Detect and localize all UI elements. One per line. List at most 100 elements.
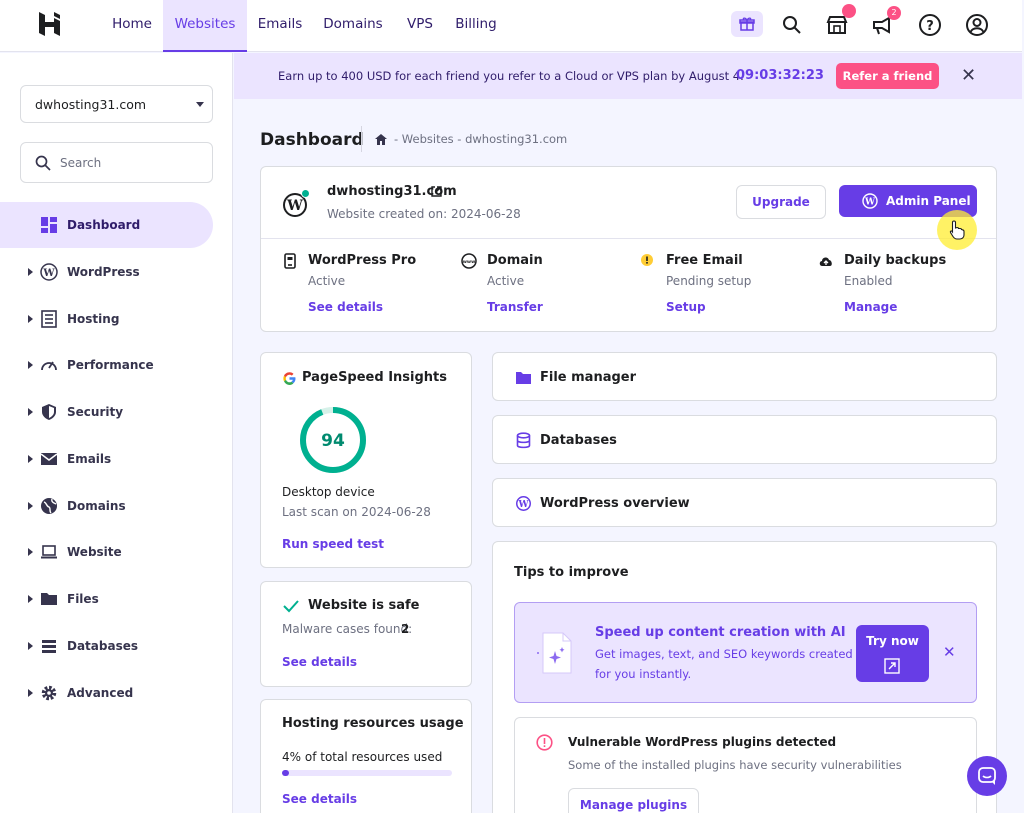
- notification-badge: 2: [887, 6, 901, 20]
- feature-title: Domain: [487, 253, 543, 268]
- sidebar-search-input[interactable]: Search: [20, 142, 213, 183]
- search-icon[interactable]: [779, 12, 805, 38]
- ai-document-icon: [537, 632, 572, 674]
- store-icon[interactable]: [824, 4, 856, 38]
- site-selector[interactable]: dwhosting31.com: [20, 85, 213, 123]
- breadcrumb-path[interactable]: - Websites - dwhosting31.com: [394, 132, 567, 146]
- tool-label: Databases: [540, 433, 617, 448]
- vuln-tip-desc: Some of the installed plugins have secur…: [568, 758, 902, 772]
- nav-websites[interactable]: Websites: [163, 0, 247, 52]
- tips-card: Tips to improve Speed up content creatio…: [492, 541, 997, 813]
- chat-button[interactable]: [967, 756, 1007, 796]
- nav-emails[interactable]: Emails: [252, 0, 308, 52]
- file-manager-card[interactable]: File manager: [492, 352, 997, 401]
- sidebar-item-performance[interactable]: Performance: [0, 342, 233, 388]
- pagespeed-title: PageSpeed Insights: [302, 370, 448, 385]
- ai-tip-banner: Speed up content creation with AI Get im…: [514, 602, 977, 703]
- dashboard-icon: [41, 217, 57, 233]
- manage-plugins-button[interactable]: Manage plugins: [568, 788, 699, 813]
- feature-status: Enabled: [844, 274, 893, 288]
- close-icon[interactable]: ✕: [961, 65, 976, 86]
- feature-link[interactable]: See details: [308, 300, 383, 314]
- resources-see-details-link[interactable]: See details: [282, 792, 357, 806]
- close-icon[interactable]: ✕: [943, 643, 956, 661]
- nav-billing[interactable]: Billing: [450, 0, 502, 52]
- feature-link[interactable]: Manage: [844, 300, 897, 314]
- try-now-label: Try now: [866, 634, 919, 648]
- account-icon[interactable]: [964, 12, 990, 38]
- folder-icon: [516, 372, 531, 384]
- nav-domains[interactable]: Domains: [318, 0, 388, 52]
- svg-text:www: www: [463, 260, 475, 265]
- hosting-icon: [41, 310, 57, 328]
- sidebar-item-databases[interactable]: Databases: [0, 623, 233, 669]
- feature-title: Free Email: [666, 253, 743, 268]
- security-see-details-link[interactable]: See details: [282, 655, 357, 669]
- google-icon: [283, 372, 296, 385]
- svg-text:?: ?: [926, 19, 934, 34]
- ai-tip-desc-line1: Get images, text, and SEO keywords creat…: [595, 647, 853, 661]
- sidebar-item-domains[interactable]: Domains: [0, 483, 233, 529]
- sidebar-item-hosting[interactable]: Hosting: [0, 296, 233, 342]
- sidebar-item-label: Emails: [67, 452, 112, 466]
- performance-icon: [41, 361, 57, 371]
- megaphone-icon[interactable]: 2: [869, 6, 901, 38]
- sidebar-item-dashboard[interactable]: Dashboard: [0, 202, 213, 248]
- referral-banner: Earn up to 400 USD for each friend you r…: [234, 53, 1022, 99]
- phone-icon: [284, 253, 296, 269]
- tool-label: File manager: [540, 370, 637, 385]
- sidebar-item-label: Website: [67, 545, 122, 559]
- checkmark-icon: [283, 600, 299, 613]
- try-now-button[interactable]: Try now: [856, 625, 929, 682]
- databases-card[interactable]: Databases: [492, 415, 997, 464]
- nav-home[interactable]: Home: [104, 0, 160, 52]
- hand-cursor-icon: [949, 220, 965, 240]
- sidebar-item-label: Files: [67, 592, 99, 606]
- sidebar-item-label: Dashboard: [67, 218, 141, 232]
- resources-title: Hosting resources usage: [282, 716, 464, 731]
- banner-timer: 09:03:32:23: [736, 68, 824, 83]
- ai-tip-desc-line2: for you instantly.: [595, 667, 692, 681]
- wordpress-icon: W: [516, 496, 531, 511]
- sidebar-item-files[interactable]: Files: [0, 576, 233, 622]
- help-icon[interactable]: ?: [917, 12, 943, 38]
- laptop-icon: [41, 545, 57, 559]
- feature-link[interactable]: Transfer: [487, 300, 543, 314]
- resources-progress-bar: [282, 770, 452, 776]
- resources-card: Hosting resources usage 4% of total reso…: [260, 699, 472, 813]
- shield-icon: [42, 404, 56, 420]
- chat-icon: [978, 767, 996, 785]
- pagespeed-card: PageSpeed Insights 94 Desktop device Las…: [260, 352, 472, 568]
- gift-icon[interactable]: [731, 11, 763, 37]
- chevron-right-icon: [28, 548, 33, 556]
- chevron-right-icon: [28, 595, 33, 603]
- external-link-icon[interactable]: [431, 186, 442, 197]
- run-speed-test-link[interactable]: Run speed test: [282, 537, 384, 551]
- www-icon: www: [461, 253, 477, 269]
- hostinger-logo-icon[interactable]: [37, 11, 63, 37]
- sidebar-item-wordpress[interactable]: W WordPress: [0, 249, 233, 295]
- upgrade-button[interactable]: Upgrade: [736, 185, 826, 219]
- wordpress-icon: W: [862, 193, 878, 209]
- home-icon[interactable]: [374, 133, 388, 146]
- online-status-dot: [301, 189, 310, 198]
- sidebar-item-label: Domains: [67, 499, 126, 513]
- site-created-date: Website created on: 2024-06-28: [327, 207, 521, 221]
- sidebar-item-emails[interactable]: Emails: [0, 436, 233, 482]
- database-icon: [42, 640, 56, 653]
- card-divider: [261, 238, 996, 239]
- refer-friend-button[interactable]: Refer a friend: [836, 63, 939, 89]
- sidebar-item-advanced[interactable]: Advanced: [0, 670, 233, 716]
- sidebar-item-security[interactable]: Security: [0, 389, 233, 435]
- sidebar-item-website[interactable]: Website: [0, 529, 233, 575]
- feature-link[interactable]: Setup: [666, 300, 706, 314]
- mail-icon: [40, 453, 58, 465]
- wordpress-icon: W: [40, 263, 58, 281]
- sidebar-item-label: Security: [67, 405, 124, 419]
- folder-icon: [41, 593, 57, 605]
- tool-label: WordPress overview: [540, 496, 690, 511]
- sidebar-item-label: Databases: [67, 639, 139, 653]
- chevron-down-icon: [196, 102, 204, 107]
- nav-vps[interactable]: VPS: [398, 0, 442, 52]
- wordpress-overview-card[interactable]: W WordPress overview: [492, 478, 997, 527]
